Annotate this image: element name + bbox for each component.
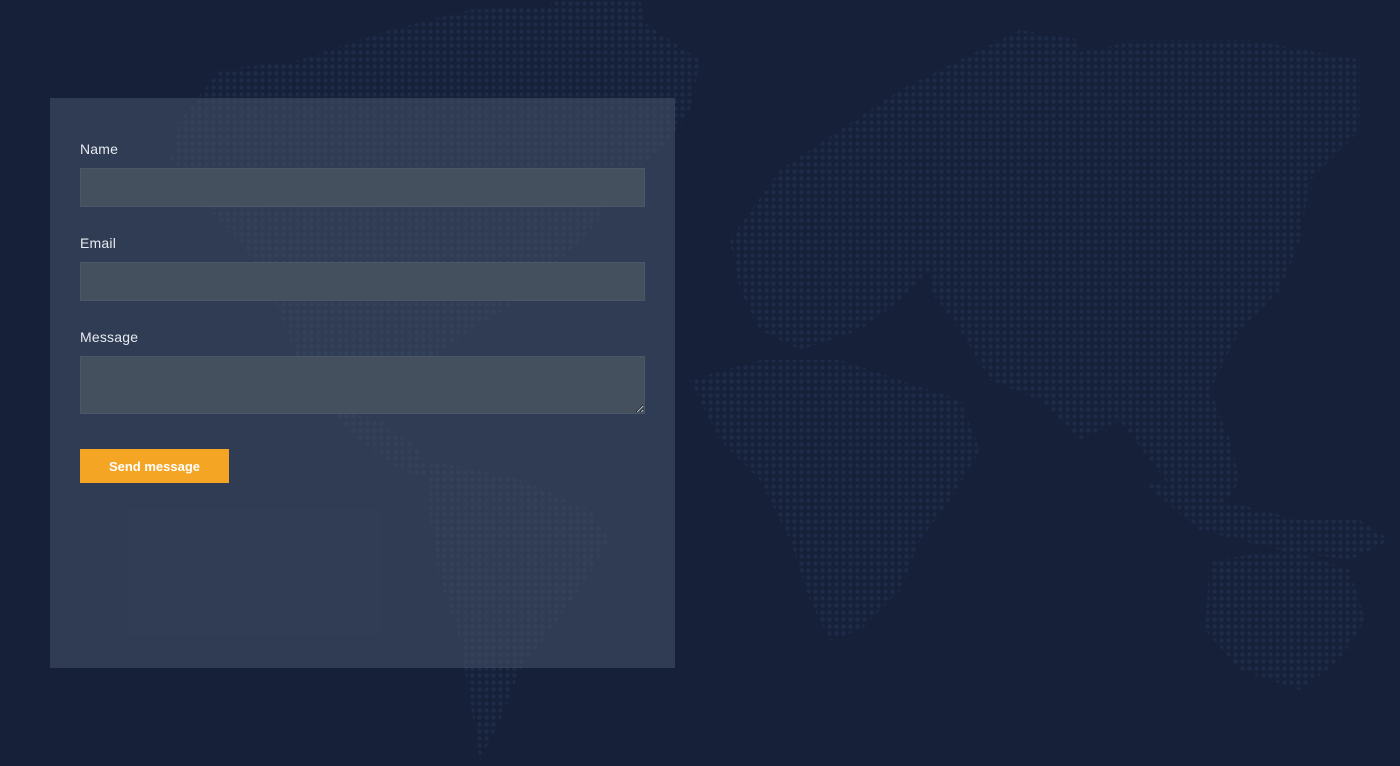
southeast-asia-shape [1140, 480, 1390, 560]
contact-page: Name Email Message Send message [0, 0, 1400, 766]
australia-shape [1205, 550, 1365, 690]
message-field[interactable] [80, 356, 645, 414]
asia-shape [930, 40, 1360, 510]
europe-shape [730, 30, 1080, 350]
name-field[interactable] [80, 168, 645, 207]
email-field[interactable] [80, 262, 645, 301]
africa-shape [690, 360, 980, 640]
name-label: Name [80, 141, 119, 157]
contact-form-panel: Name Email Message Send message [50, 98, 675, 668]
message-label: Message [80, 329, 139, 345]
send-message-button[interactable]: Send message [80, 449, 229, 483]
greenland-shape [550, 0, 650, 60]
email-label: Email [80, 235, 117, 251]
